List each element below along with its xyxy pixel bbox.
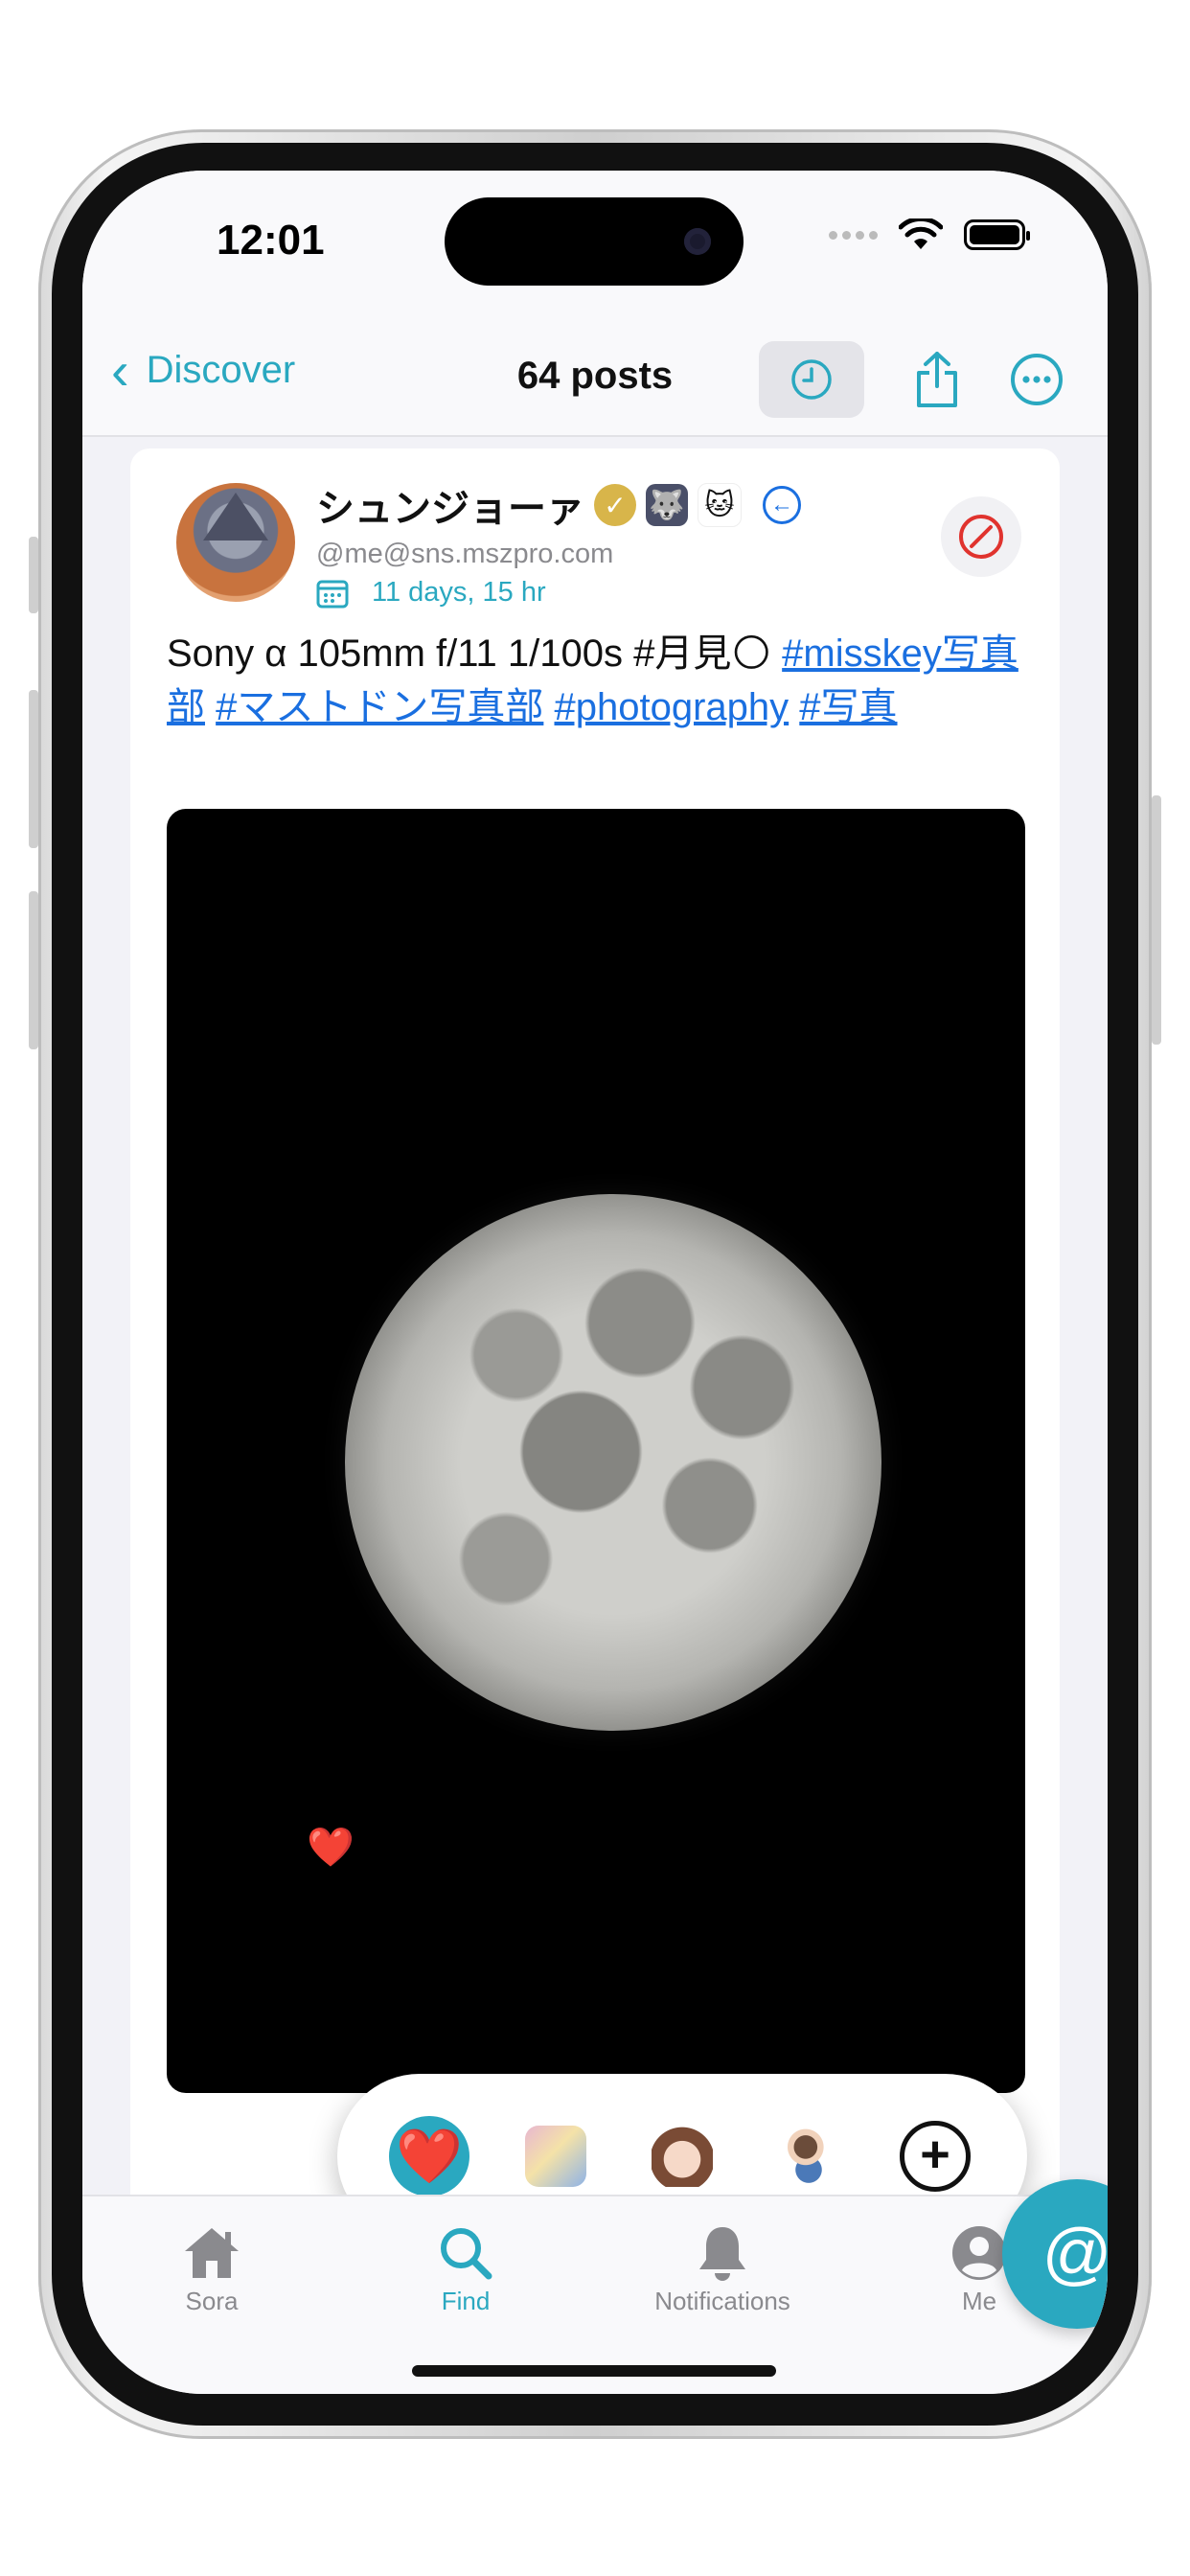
custom-emoji-girl-icon	[525, 2126, 586, 2187]
hashtag-link[interactable]: #photography	[555, 686, 790, 728]
status-bar: 12:01	[82, 171, 1108, 314]
power-button	[1152, 795, 1161, 1045]
home-indicator[interactable]	[412, 2365, 776, 2377]
reaction-option-custom-1[interactable]	[515, 2116, 596, 2196]
tab-notifications[interactable]: Notifications	[627, 2220, 818, 2316]
status-icons	[829, 218, 1030, 251]
reaction-option-add[interactable]: +	[895, 2116, 975, 2196]
tab-bar: Sora Find Notifications Me	[82, 2195, 1108, 2394]
custom-emoji-cat-icon	[652, 2126, 713, 2187]
dynamic-island	[445, 197, 744, 286]
volume-down-button	[29, 891, 38, 1049]
clock-icon	[791, 359, 832, 400]
screen: 12:01 ‹ Discover 64 posts シュンジョーァ ✓ 🐺 🐱 …	[82, 171, 1108, 2394]
person-circle-icon	[952, 2226, 1006, 2280]
post-text-plain: Sony α 105mm f/11 1/100s #月見🌕	[167, 632, 783, 675]
search-icon	[441, 2228, 492, 2280]
hashtag-link[interactable]: #マストドン写真部	[216, 686, 543, 728]
moon-photo	[345, 1194, 881, 1731]
tab-label: Find	[441, 2287, 491, 2315]
tab-label: Sora	[185, 2287, 239, 2315]
calendar-icon	[316, 580, 349, 608]
front-camera	[684, 228, 711, 255]
block-button[interactable]	[941, 496, 1021, 577]
share-button[interactable]	[899, 341, 975, 418]
media-reaction-emoji: ❤️	[307, 1827, 355, 1869]
ellipsis-circle-icon	[1011, 354, 1063, 405]
battery-icon	[964, 219, 1030, 250]
display-name[interactable]: シュンジョーァ ✓ 🐺 🐱 ←	[316, 477, 801, 533]
cellular-signal-icon	[829, 230, 878, 240]
house-icon	[185, 2228, 239, 2278]
history-button[interactable]	[759, 341, 864, 418]
share-icon	[917, 352, 957, 407]
custom-emoji-icon: 🐱	[698, 483, 742, 527]
volume-up-button	[29, 690, 38, 848]
display-name-text: シュンジョーァ	[316, 488, 584, 530]
navigation-bar: ‹ Discover 64 posts	[82, 314, 1108, 437]
plus-circle-icon: +	[900, 2121, 971, 2192]
post-text: Sony α 105mm f/11 1/100s #月見🌕 #misskey写真…	[167, 627, 1029, 734]
verified-badge-icon: ✓	[594, 484, 636, 526]
post-card[interactable]: シュンジョーァ ✓ 🐺 🐱 ← @me@sns.mszpro.com 11 da…	[130, 448, 1060, 2231]
prohibited-icon	[959, 515, 1003, 559]
wifi-icon	[899, 218, 943, 249]
at-sign-icon: @	[1041, 2216, 1108, 2292]
bell-icon	[699, 2227, 745, 2281]
user-handle: @me@sns.mszpro.com	[316, 539, 614, 569]
hashtag-link[interactable]: #写真	[799, 686, 897, 728]
action-button	[29, 537, 38, 613]
custom-emoji-icon: 🐺	[646, 484, 688, 526]
reaction-option-custom-3[interactable]	[768, 2116, 849, 2196]
custom-emoji-runner-icon	[778, 2126, 839, 2187]
status-time: 12:01	[217, 217, 325, 264]
reaction-option-custom-2[interactable]	[642, 2116, 722, 2196]
heart-icon: ❤️	[396, 2126, 463, 2186]
more-button[interactable]	[998, 341, 1075, 418]
avatar[interactable]	[176, 483, 295, 602]
post-time: 11 days, 15 hr	[316, 577, 546, 609]
reply-indicator-icon: ←	[763, 486, 801, 524]
tab-sora[interactable]: Sora	[116, 2220, 308, 2316]
reaction-option-heart[interactable]: ❤️	[389, 2116, 469, 2196]
time-ago: 11 days, 15 hr	[372, 577, 546, 608]
post-image[interactable]: ❤️	[167, 809, 1025, 2093]
tab-find[interactable]: Find	[370, 2220, 561, 2316]
tab-label: Notifications	[654, 2287, 790, 2315]
